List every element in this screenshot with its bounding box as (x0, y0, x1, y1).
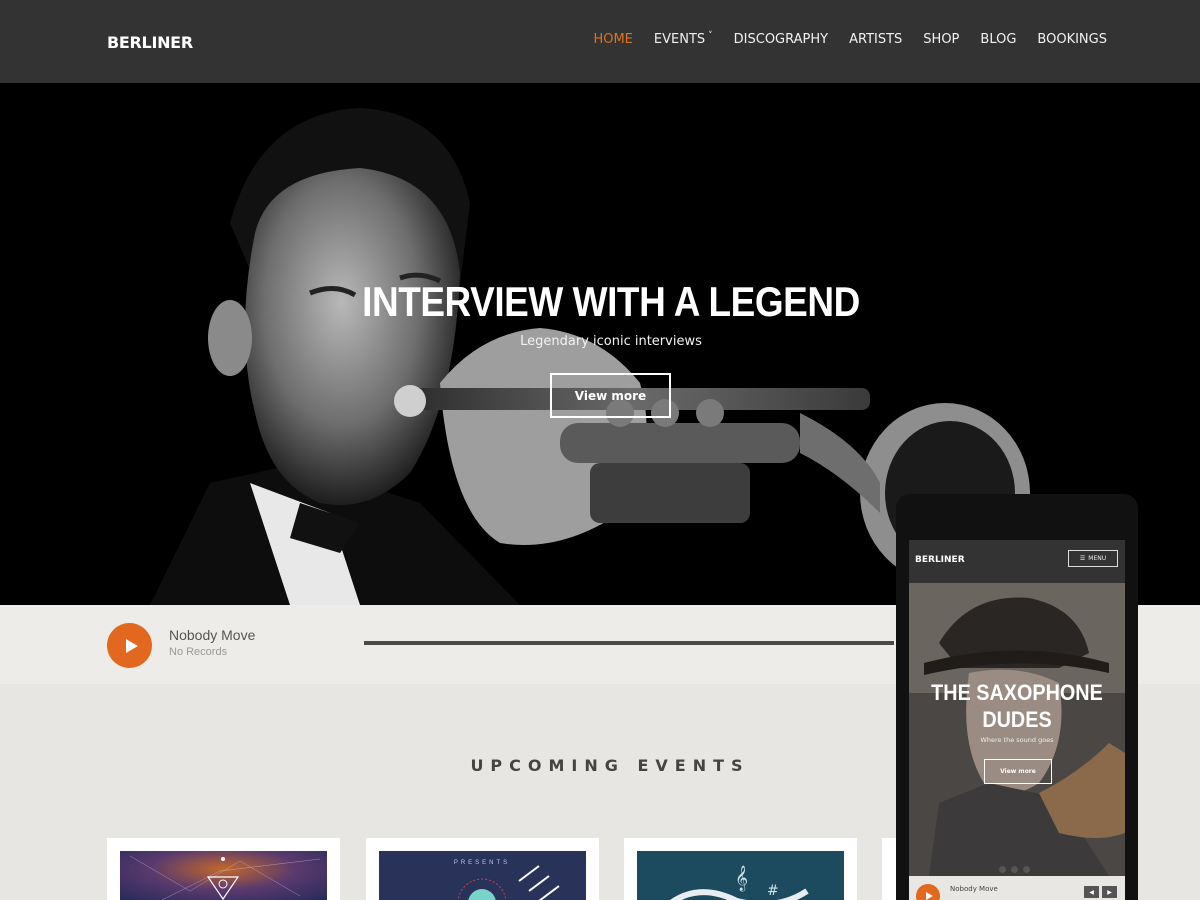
hamburger-icon: ☰ (1079, 555, 1086, 562)
presents-text: PRESENTS (454, 860, 510, 866)
next-icon: ▶ (1107, 889, 1112, 896)
play-icon (125, 638, 138, 653)
track-subtitle: No Records (169, 646, 228, 658)
nav-discography[interactable]: DISCOGRAPHY (734, 32, 828, 47)
previous-track-button[interactable]: ◀ (1084, 886, 1099, 898)
nav-artists[interactable]: ARTISTS (849, 32, 902, 47)
nav-shop-label: SHOP (923, 32, 960, 47)
mobile-audio-player: Nobody Move ◀ ▶ (909, 876, 1125, 900)
track-progress-bar[interactable] (364, 641, 894, 645)
event-thumbnail[interactable]: PRESENTS (379, 851, 586, 900)
mobile-play-button[interactable] (916, 884, 940, 900)
mobile-menu-button[interactable]: ☰ MENU (1068, 550, 1118, 567)
mobile-view-more-button[interactable]: View more (984, 759, 1052, 784)
slider-dot[interactable] (1011, 866, 1018, 873)
mobile-header: BERLINER ☰ MENU (909, 540, 1125, 583)
nav-events[interactable]: EVENTS ˅ (653, 30, 713, 48)
event-card[interactable] (107, 838, 340, 900)
slider-dots (999, 866, 1030, 873)
mobile-hero-title-line2: DUDES (982, 707, 1052, 732)
play-button[interactable] (107, 623, 152, 668)
nav-blog[interactable]: BLOG (980, 32, 1016, 47)
nav-blog-label: BLOG (980, 32, 1017, 47)
mobile-hero-title-line1: THE SAXOPHONE (931, 680, 1103, 705)
mobile-logo[interactable]: BERLINER (915, 555, 965, 565)
view-more-button[interactable]: View more (550, 373, 671, 418)
mobile-menu-label: MENU (1088, 555, 1107, 562)
hero-title: INTERVIEW WITH A LEGEND (362, 278, 860, 325)
nav-home[interactable]: HOME (593, 32, 632, 47)
sharp-icon: # (767, 883, 779, 899)
nav-shop[interactable]: SHOP (923, 32, 959, 47)
chevron-down-icon: ˅ (708, 30, 713, 41)
nav-bookings-label: BOOKINGS (1037, 32, 1107, 47)
slider-dot[interactable] (1023, 866, 1030, 873)
event-card[interactable]: 𝄞 # (624, 838, 857, 900)
mobile-hero-subtitle: Where the sound goes (980, 736, 1054, 744)
event-card[interactable]: PRESENTS (366, 838, 599, 900)
mobile-hero-title: THE SAXOPHONE DUDES (920, 679, 1114, 733)
mobile-screen: BERLINER ☰ MENU THE SAXOPHONE DUDES Wher… (909, 540, 1125, 900)
nav-home-label: HOME (593, 32, 633, 47)
play-icon (925, 892, 933, 900)
mobile-hero: THE SAXOPHONE DUDES Where the sound goes… (909, 583, 1125, 876)
previous-icon: ◀ (1089, 889, 1094, 896)
slider-dot[interactable] (999, 866, 1006, 873)
hero-subtitle: Legendary iconic interviews (520, 334, 702, 349)
nav-artists-label: ARTISTS (849, 32, 903, 47)
site-logo[interactable]: BERLINER (107, 33, 193, 52)
mobile-device-mockup: BERLINER ☰ MENU THE SAXOPHONE DUDES Wher… (896, 494, 1138, 900)
nav-events-label: EVENTS (653, 32, 706, 47)
track-title: Nobody Move (169, 627, 256, 643)
main-nav: HOME EVENTS ˅ DISCOGRAPHY ARTISTS SHOP BL… (572, 30, 1107, 48)
event-thumbnail[interactable] (120, 851, 327, 900)
next-track-button[interactable]: ▶ (1102, 886, 1117, 898)
site-header: BERLINER HOME EVENTS ˅ DISCOGRAPHY ARTIST… (0, 0, 1200, 83)
nav-bookings[interactable]: BOOKINGS (1037, 32, 1107, 47)
mobile-track-title: Nobody Move (950, 885, 998, 893)
event-thumbnail[interactable]: 𝄞 # (637, 851, 844, 900)
nav-discography-label: DISCOGRAPHY (733, 32, 829, 47)
treble-clef-icon: 𝄞 (735, 865, 748, 891)
